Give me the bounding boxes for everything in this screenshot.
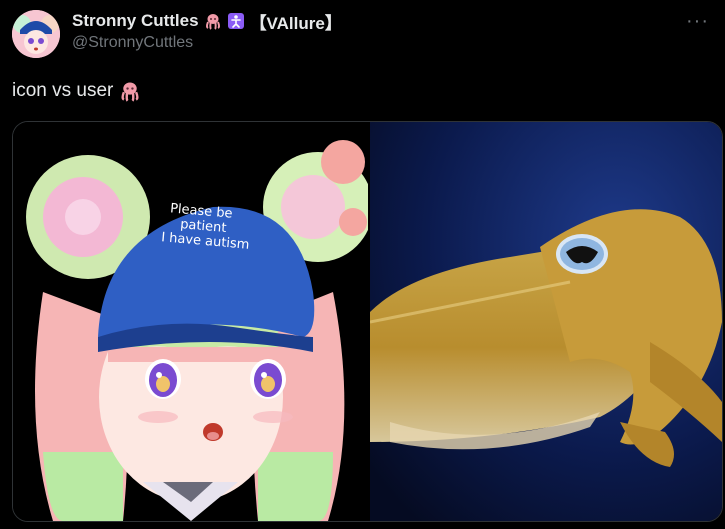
- media-image-cuttlefish[interactable]: [369, 122, 722, 521]
- tweet-text-content: icon vs user: [12, 80, 114, 101]
- user-avatar[interactable]: [12, 10, 60, 58]
- accessibility-badge-icon: [227, 12, 245, 30]
- tweet-text: icon vs user: [12, 80, 141, 102]
- user-handle[interactable]: @StronnyCuttles: [72, 34, 342, 52]
- octopus-icon: [204, 12, 222, 30]
- more-options-icon[interactable]: ···: [686, 10, 709, 33]
- name-row: Stronny Cuttles 【VAllure】: [72, 10, 342, 33]
- octopus-icon: [119, 80, 141, 102]
- media-grid: Please be patient I have autism: [12, 121, 723, 522]
- tweet-header: Stronny Cuttles 【VAllure】 @StronnyCuttle…: [72, 10, 342, 52]
- media-image-anime-avatar[interactable]: Please be patient I have autism: [13, 122, 373, 521]
- name-badge-text: 【VAllure】: [249, 13, 342, 33]
- display-name[interactable]: Stronny Cuttles: [72, 11, 199, 31]
